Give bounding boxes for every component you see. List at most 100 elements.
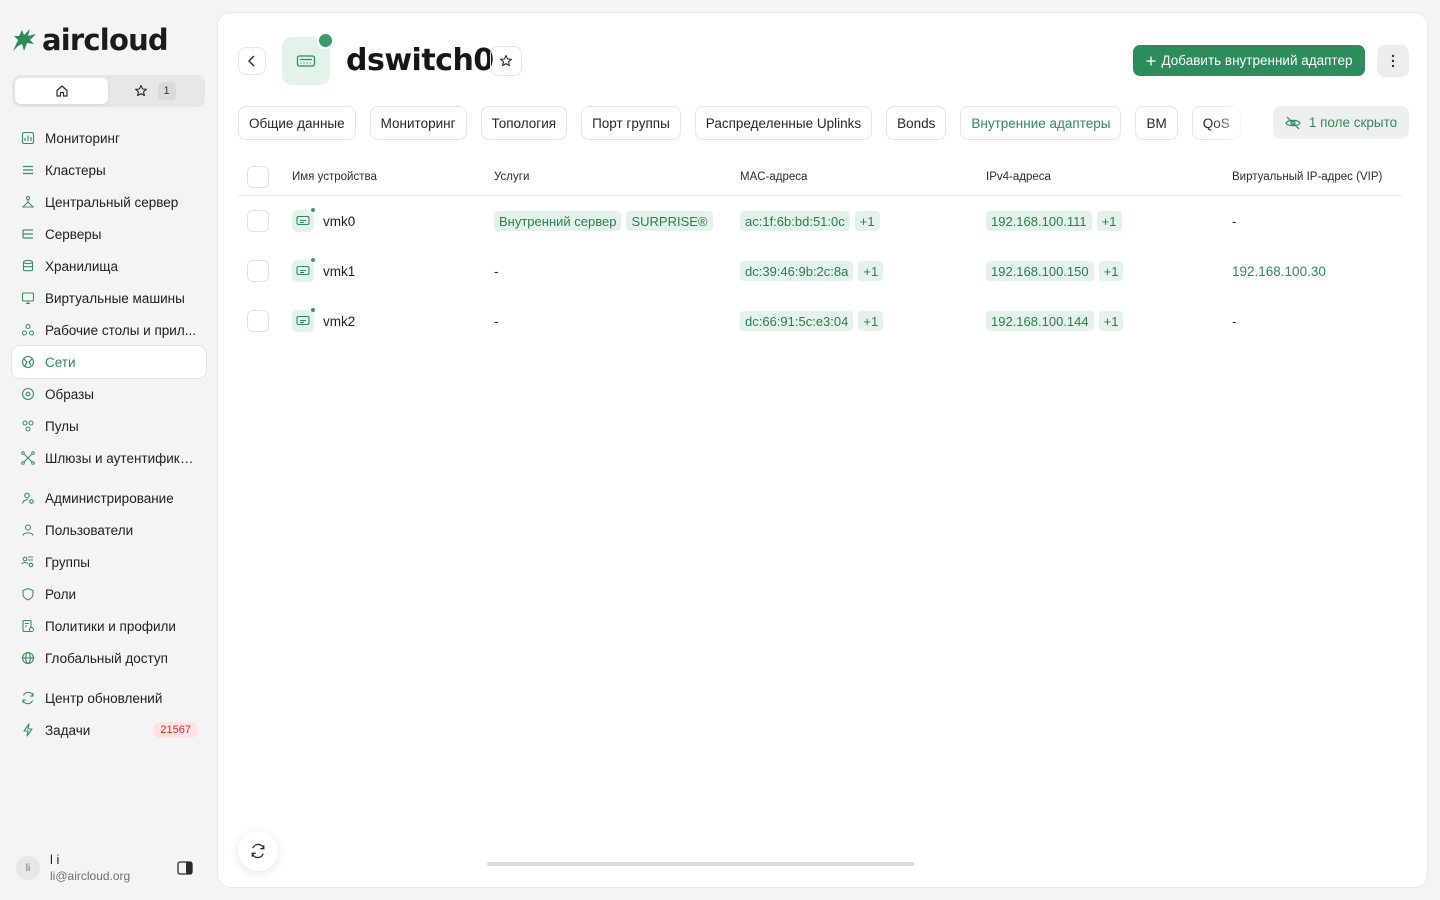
mac-cell: dc:66:91:5c:e3:04 +1 xyxy=(740,296,884,346)
column-header-device-name[interactable]: Имя устройства xyxy=(292,158,377,195)
mac-cell: dc:39:46:9b:2c:8a +1 xyxy=(740,246,884,296)
table-row[interactable]: vmk2 - dc:66:91:5c:e3:04 +1 192.168.100.… xyxy=(238,296,1402,346)
page-title: dswitch0 xyxy=(346,43,494,78)
vip-cell: - xyxy=(1232,213,1237,229)
tab-bonds[interactable]: Bonds xyxy=(886,106,947,140)
favorites-button[interactable]: 1 xyxy=(108,78,201,104)
ipv4-more-chip[interactable]: +1 xyxy=(1096,211,1122,231)
sidebar-item-label: Администрирование xyxy=(45,490,174,506)
user-icon xyxy=(21,523,35,537)
sidebar-item-administration[interactable]: Администрирование xyxy=(12,482,206,514)
sidebar-item-servers[interactable]: Серверы xyxy=(12,218,206,250)
user-name: l i xyxy=(50,852,60,867)
sidebar-item-roles[interactable]: Роли xyxy=(12,578,206,610)
ipv4-more-chip[interactable]: +1 xyxy=(1098,261,1124,281)
main-panel: dswitch0 Добавить внутренний адаптер Общ… xyxy=(217,12,1428,888)
row-checkbox[interactable] xyxy=(247,260,269,282)
tab-port-groups[interactable]: Порт группы xyxy=(581,106,681,140)
vip-cell: - xyxy=(1232,313,1237,329)
sidebar-item-label: Мониторинг xyxy=(45,130,120,146)
tab-topology[interactable]: Топология xyxy=(480,106,568,140)
eye-off-icon xyxy=(1285,116,1301,129)
device-name[interactable]: vmk0 xyxy=(323,214,355,229)
row-checkbox[interactable] xyxy=(247,210,269,232)
logo[interactable]: aircloud xyxy=(10,23,169,57)
logo-text: aircloud xyxy=(42,23,169,57)
row-checkbox[interactable] xyxy=(247,310,269,332)
device-name-cell: vmk2 xyxy=(292,296,355,346)
policy-icon xyxy=(21,619,35,633)
sidebar-item-storage[interactable]: Хранилища xyxy=(12,250,206,282)
monitor-icon xyxy=(21,291,35,305)
table-row[interactable]: vmk1 - dc:39:46:9b:2c:8a +1 192.168.100.… xyxy=(238,246,1402,296)
column-header-mac[interactable]: MAC-адреса xyxy=(740,158,807,195)
horizontal-scrollbar[interactable] xyxy=(487,862,914,866)
back-button[interactable] xyxy=(238,47,266,75)
sidebar-item-update-center[interactable]: Центр обновлений xyxy=(12,682,206,714)
mac-more-chip[interactable]: +1 xyxy=(858,261,884,281)
table-row[interactable]: vmk0 Внутренний сервер SURPRISE® ac:1f:6… xyxy=(238,196,1402,246)
services-cell: - xyxy=(494,263,499,279)
sidebar: aircloud 1 Мониторинг Кластеры Центральн… xyxy=(0,0,216,900)
more-actions-button[interactable] xyxy=(1377,45,1409,77)
mac-cell: ac:1f:6b:bd:51:0c +1 xyxy=(740,196,880,246)
network-icon xyxy=(21,355,35,369)
mac-chip: ac:1f:6b:bd:51:0c xyxy=(740,211,850,231)
sidebar-item-label: Пулы xyxy=(45,418,79,434)
home-button[interactable] xyxy=(15,78,108,104)
vip-link[interactable]: 192.168.100.30 xyxy=(1232,264,1326,279)
sidebar-item-label: Центр обновлений xyxy=(45,690,163,706)
sidebar-item-pools[interactable]: Пулы xyxy=(12,410,206,442)
device-name[interactable]: vmk2 xyxy=(323,314,355,329)
services-cell: - xyxy=(494,313,499,329)
mac-more-chip[interactable]: +1 xyxy=(858,311,884,331)
mac-more-chip[interactable]: +1 xyxy=(854,211,880,231)
sidebar-item-tasks[interactable]: Задачи 21567 xyxy=(12,714,206,746)
hidden-fields-label: 1 поле скрыто xyxy=(1308,115,1398,130)
refresh-icon xyxy=(21,691,35,705)
sidebar-item-label: Роли xyxy=(45,586,77,602)
add-internal-adapter-button[interactable]: Добавить внутренний адаптер xyxy=(1133,45,1365,76)
sidebar-toggle-icon[interactable] xyxy=(177,861,193,875)
sidebar-item-label: Хранилища xyxy=(45,258,119,274)
sidebar-item-gateways-auth[interactable]: Шлюзы и аутентифика... xyxy=(12,442,206,474)
tab-distributed-uplinks[interactable]: Распределенные Uplinks xyxy=(694,106,873,140)
sidebar-item-groups[interactable]: Группы xyxy=(12,546,206,578)
apps-icon xyxy=(21,323,35,337)
column-header-ipv4[interactable]: IPv4-адреса xyxy=(986,158,1051,195)
adapter-icon xyxy=(292,257,316,282)
tab-vms[interactable]: ВМ xyxy=(1135,106,1178,140)
add-favorite-button[interactable] xyxy=(490,46,522,76)
sidebar-item-users[interactable]: Пользователи xyxy=(12,514,206,546)
tab-internal-adapters[interactable]: Внутренние адаптеры xyxy=(960,106,1122,140)
device-name[interactable]: vmk1 xyxy=(323,264,355,279)
tasks-count-badge: 21567 xyxy=(153,722,198,738)
sidebar-item-central-server[interactable]: Центральный сервер xyxy=(12,186,206,218)
sidebar-item-virtual-machines[interactable]: Виртуальные машины xyxy=(12,282,206,314)
ipv4-more-chip[interactable]: +1 xyxy=(1098,311,1124,331)
sidebar-item-desktops-apps[interactable]: Рабочие столы и прил... xyxy=(12,314,206,346)
hierarchy-icon xyxy=(21,195,35,209)
select-all-checkbox[interactable] xyxy=(247,165,269,188)
tab-general[interactable]: Общие данные xyxy=(238,106,356,140)
sidebar-item-networks[interactable]: Сети xyxy=(12,346,206,378)
pegasus-logo-icon xyxy=(13,29,36,51)
sidebar-item-clusters[interactable]: Кластеры xyxy=(12,154,206,186)
sidebar-item-label: Глобальный доступ xyxy=(45,650,168,666)
tab-monitoring[interactable]: Мониторинг xyxy=(369,106,467,140)
add-button-label: Добавить внутренний адаптер xyxy=(1161,53,1353,68)
hidden-fields-button[interactable]: 1 поле скрыто xyxy=(1273,106,1409,139)
sidebar-item-label: Центральный сервер xyxy=(45,194,179,210)
sidebar-item-images[interactable]: Образы xyxy=(12,378,206,410)
sidebar-item-global-access[interactable]: Глобальный доступ xyxy=(12,642,206,674)
column-header-vip[interactable]: Виртуальный IP-адрес (VIP) xyxy=(1232,158,1382,195)
status-dot xyxy=(310,257,316,263)
adapter-icon xyxy=(292,307,316,332)
sidebar-item-monitoring[interactable]: Мониторинг xyxy=(12,122,206,154)
sidebar-item-policies[interactable]: Политики и профили xyxy=(12,610,206,642)
user-profile[interactable]: li l i li@aircloud.org xyxy=(16,850,196,886)
refresh-button[interactable] xyxy=(238,831,278,871)
column-header-services[interactable]: Услуги xyxy=(494,158,529,195)
